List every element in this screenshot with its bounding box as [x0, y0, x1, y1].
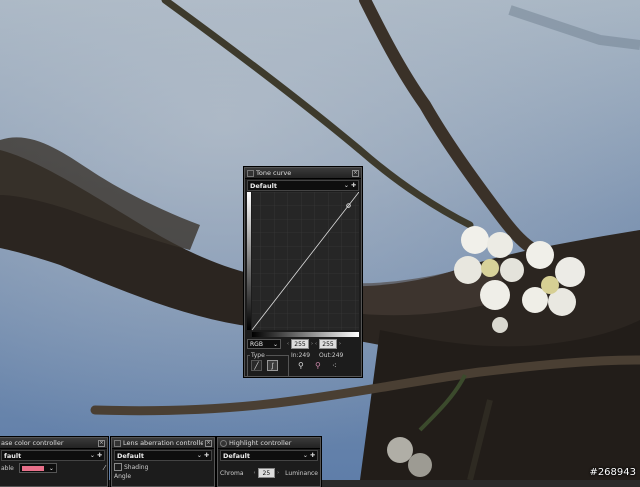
- tone-curve-title: Tone curve: [256, 169, 292, 177]
- color-controller-preset-select[interactable]: fault ⌄ ✚: [1, 450, 105, 461]
- type-section: Type ╱ ∫ In:249 Out:249 ⚲ ⚲ ⁖: [247, 352, 359, 377]
- close-icon[interactable]: ×: [98, 439, 105, 447]
- lens-aberration-title: Lens aberration controller: [123, 439, 203, 447]
- in-readout: In:249: [291, 352, 311, 359]
- chevron-down-icon: ⌄ ✚: [196, 452, 209, 459]
- tone-curve-icon: [247, 169, 254, 177]
- chroma-field[interactable]: 25: [257, 468, 276, 478]
- chevron-down-icon: ⌄ ✚: [302, 452, 315, 459]
- channel-select[interactable]: RGB ⌄: [247, 339, 281, 349]
- watermark: #268943: [589, 467, 636, 478]
- input-high-field[interactable]: 255: [319, 339, 337, 349]
- chevron-down-icon: ⌄ ✚: [343, 182, 356, 189]
- tone-curve-panel[interactable]: Tone curve × Default ⌄ ✚ RGB⌄ ‹ 255 › ‹: [244, 167, 362, 377]
- shading-checkbox[interactable]: [114, 463, 122, 471]
- lens-icon: [114, 439, 121, 447]
- highlight-icon: [220, 439, 227, 447]
- tone-curve-preset-select[interactable]: Default ⌄ ✚: [247, 180, 359, 191]
- decrement-icon[interactable]: ‹: [254, 470, 256, 476]
- close-icon[interactable]: ×: [205, 439, 212, 447]
- channel-row: RGB ⌄ ‹ 255 › ‹ 255 ›: [245, 338, 361, 350]
- output-gradient-bar: [247, 192, 251, 330]
- tone-curve-titlebar[interactable]: Tone curve ×: [245, 168, 361, 179]
- close-icon[interactable]: ×: [352, 169, 359, 177]
- increment-icon[interactable]: ›: [339, 341, 341, 347]
- decrement-icon[interactable]: ‹: [287, 341, 289, 347]
- enable-label: able: [1, 464, 14, 472]
- highlight-preset-select[interactable]: Default ⌄ ✚: [220, 450, 318, 461]
- color-swatch-select[interactable]: ⌄: [18, 463, 57, 473]
- angle-label: Angle: [114, 473, 132, 480]
- eyedropper-icon[interactable]: ⁄: [104, 464, 105, 472]
- add-anchor-point-icon[interactable]: ⁖: [332, 361, 337, 370]
- highlight-controller-title: Highlight controller: [229, 439, 292, 447]
- increment-icon[interactable]: ›: [277, 470, 279, 476]
- tone-curve-graph[interactable]: [247, 192, 359, 338]
- black-point-eyedropper-icon[interactable]: ⚲: [298, 361, 304, 370]
- color-swatch: [21, 465, 44, 471]
- linear-curve-icon[interactable]: ╱: [251, 360, 262, 371]
- out-readout: Out:249: [319, 352, 344, 359]
- luminance-label: Luminance: [285, 469, 318, 477]
- gray-point-eyedropper-icon[interactable]: ⚲: [315, 361, 321, 370]
- type-label: Type: [250, 352, 266, 359]
- color-controller-title: ase color controller: [1, 439, 64, 447]
- chroma-label: Chroma: [220, 469, 244, 477]
- chevron-down-icon: ⌄ ✚: [89, 452, 102, 459]
- spline-curve-icon[interactable]: ∫: [267, 360, 278, 371]
- tone-curve-preset-label: Default: [250, 181, 277, 190]
- decrement-icon[interactable]: ‹: [315, 341, 317, 347]
- input-gradient-bar: [252, 332, 359, 337]
- increment-icon[interactable]: ›: [311, 341, 313, 347]
- lens-preset-select[interactable]: Default ⌄ ✚: [114, 450, 212, 461]
- input-low-field[interactable]: 255: [291, 339, 309, 349]
- shading-label: Shading: [124, 463, 149, 471]
